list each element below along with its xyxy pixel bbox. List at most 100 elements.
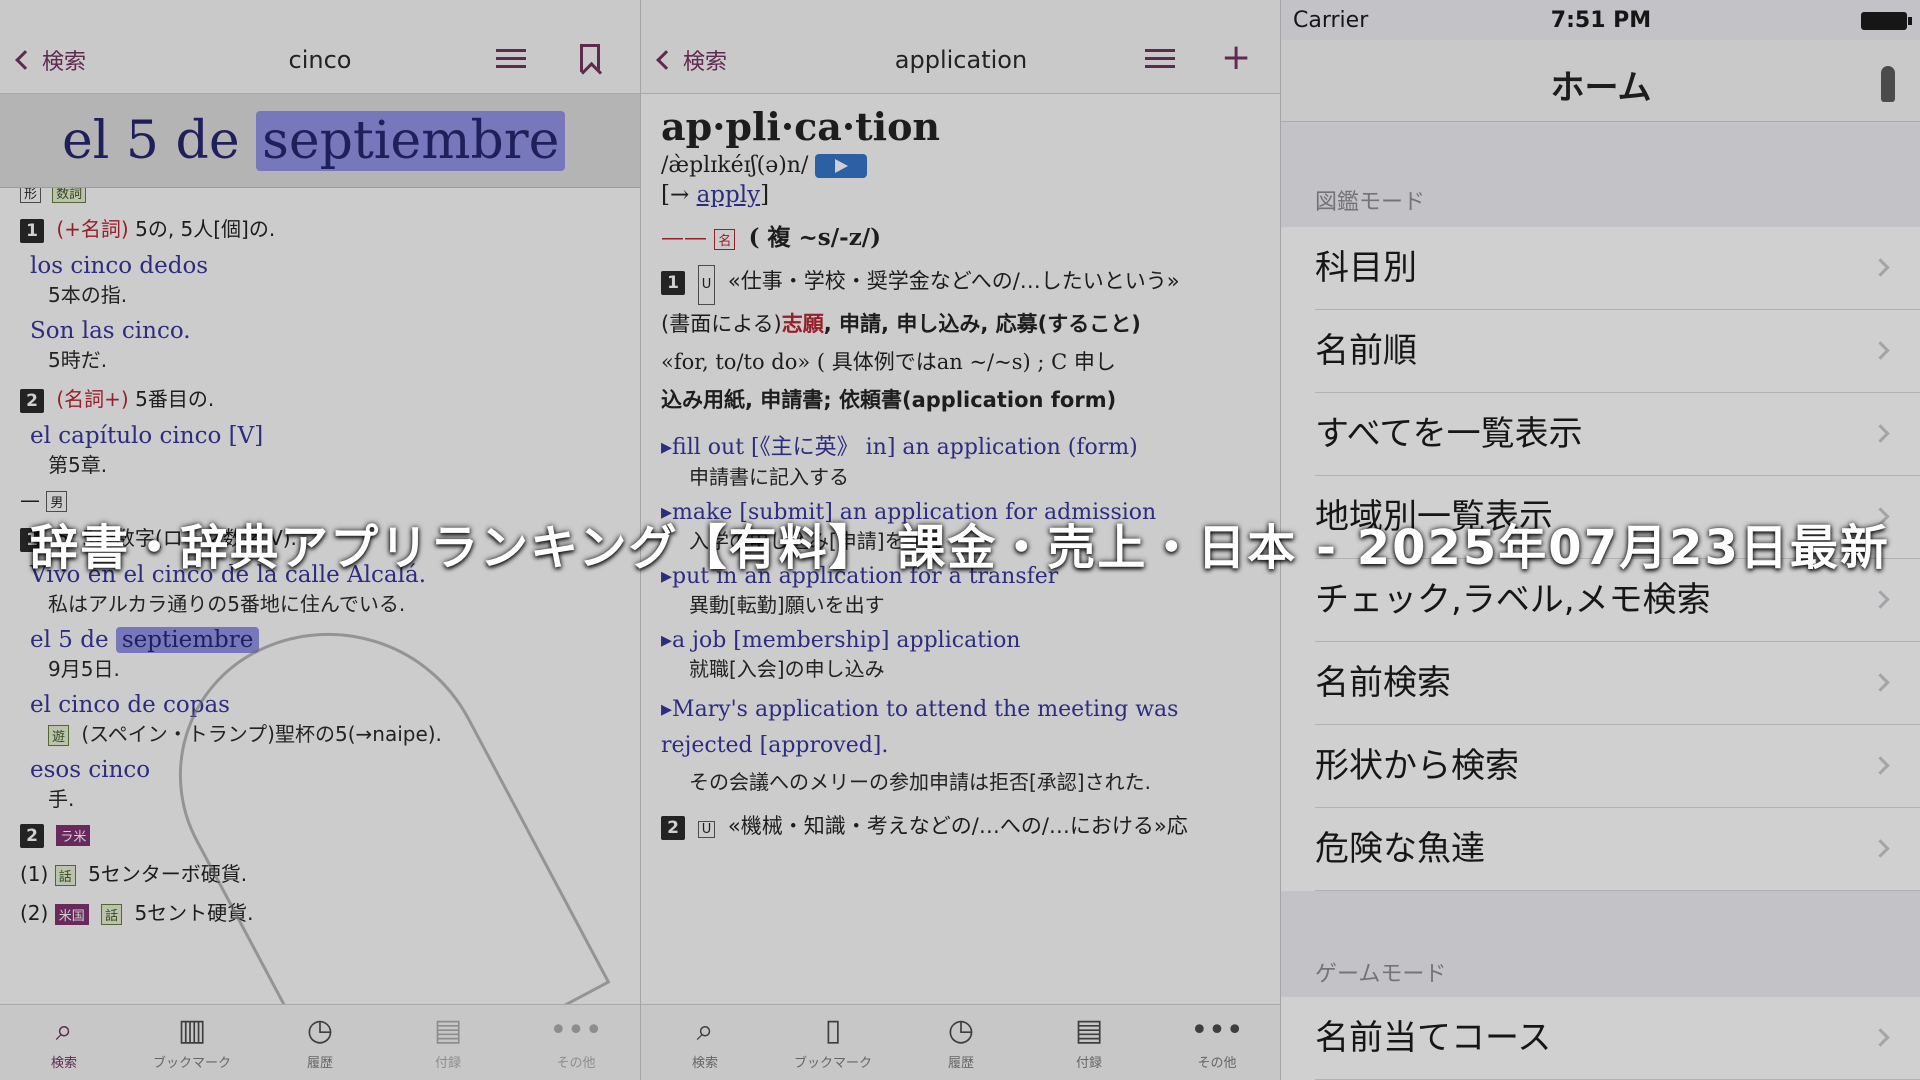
section-header: ゲームモード bbox=[1315, 962, 1447, 987]
add-bookmark-button[interactable]: + bbox=[1221, 40, 1253, 76]
example-jp: 申請書に記入する bbox=[689, 465, 849, 489]
pronunciation: /æ̀plɪkéɪʃ(ə)n/ bbox=[661, 153, 809, 178]
page-title: cinco bbox=[288, 46, 352, 74]
tab-more[interactable]: ••• その他 bbox=[512, 1005, 640, 1080]
book-icon: ▥ bbox=[177, 1013, 207, 1048]
status-bar: Carrier 7:51 PM bbox=[1281, 0, 1920, 40]
register-tag: 話 bbox=[54, 865, 76, 886]
example-jp: 5本の指. bbox=[48, 283, 128, 307]
list-item[interactable]: 名前当てコース bbox=[1281, 997, 1920, 1080]
more-icon: ••• bbox=[549, 1013, 603, 1048]
clock-icon: ◷ bbox=[306, 1013, 334, 1048]
tab-search[interactable]: ⌕ 検索 bbox=[0, 1005, 128, 1080]
page-title: ホーム bbox=[1550, 68, 1652, 108]
clock-icon: ◷ bbox=[947, 1013, 975, 1048]
sub-sense-label: (2) bbox=[20, 901, 49, 925]
nav-bar: 検索 application + bbox=[641, 0, 1280, 94]
clock-label: 7:51 PM bbox=[1550, 8, 1652, 33]
sense-keyword: 志願 bbox=[781, 312, 824, 336]
tab-bookmarks[interactable]: ▥ ブックマーク bbox=[128, 1005, 256, 1080]
example-jp: 異動[転勤]願いを出す bbox=[689, 593, 885, 617]
region-tag: 米国 bbox=[54, 904, 89, 925]
sense-number: 2 bbox=[20, 389, 44, 413]
xref-label: [→ bbox=[661, 182, 697, 208]
page-title: application bbox=[894, 46, 1028, 74]
tab-bookmarks[interactable]: ▯ ブックマーク bbox=[769, 1005, 897, 1080]
chevron-right-icon bbox=[1871, 673, 1890, 692]
register-tag: 話 bbox=[101, 904, 123, 925]
list-item[interactable]: 名前検索 bbox=[1281, 642, 1920, 725]
chevron-right-icon bbox=[1871, 1028, 1890, 1047]
menu-icon[interactable] bbox=[496, 44, 528, 74]
xref-end: ] bbox=[760, 182, 770, 208]
tab-appendix[interactable]: ▤ 付録 bbox=[1025, 1005, 1153, 1080]
list-item[interactable]: 形状から検索 bbox=[1281, 725, 1920, 808]
sense-head: (+名詞) bbox=[56, 217, 129, 241]
sense-text: , 申請, 申し込み, 応募(すること) bbox=[823, 312, 1141, 336]
sense-text: 込み用紙, 申請書; 依頼書(application form) bbox=[661, 388, 1117, 412]
example-jp: 就職[入会]の申し込み bbox=[689, 657, 885, 681]
example-jp: その会議へのメリーの参加申請は拒否[承認]された. bbox=[689, 770, 1151, 794]
list-item[interactable]: すべてを一覧表示 bbox=[1281, 393, 1920, 476]
chevron-right-icon bbox=[1871, 258, 1890, 277]
section-header: 図鑑モード bbox=[1315, 190, 1426, 215]
magnifier-text: el 5 de bbox=[62, 111, 257, 171]
wrench-icon[interactable] bbox=[1881, 66, 1895, 102]
sub-sense-label: (1) bbox=[20, 862, 49, 886]
search-icon: ⌕ bbox=[696, 1013, 714, 1048]
sense-text: «機械・知識・考えなどの/…への/…における»応 bbox=[727, 814, 1188, 838]
plural-form: ( 複 ~s/-z/) bbox=[748, 224, 882, 251]
magnifier-highlight: septiembre bbox=[256, 111, 566, 171]
xref-link[interactable]: apply bbox=[697, 182, 761, 208]
example-jp: 第5章. bbox=[48, 453, 108, 477]
domain-tag: 遊 bbox=[48, 725, 70, 746]
tab-search[interactable]: ⌕ 検索 bbox=[641, 1005, 769, 1080]
menu-icon[interactable] bbox=[1145, 44, 1177, 74]
chevron-right-icon bbox=[1871, 590, 1890, 609]
play-audio-button[interactable] bbox=[815, 154, 868, 178]
chevron-right-icon bbox=[1871, 839, 1890, 858]
tab-history[interactable]: ◷ 履歴 bbox=[897, 1005, 1025, 1080]
list-item[interactable]: 名前順 bbox=[1281, 310, 1920, 393]
tab-bar: ⌕ 検索 ▯ ブックマーク ◷ 履歴 ▤ 付録 ••• その他 bbox=[641, 1004, 1280, 1080]
headword: ap·pli·ca·tion bbox=[661, 104, 941, 149]
selected-text[interactable]: septiembre bbox=[115, 627, 260, 653]
nav-bar: ホーム bbox=[1281, 40, 1920, 122]
region-tag: ラ米 bbox=[56, 825, 91, 846]
sense-text: «for, to/to do» ( 具体例ではan ~/~s) ; C 申し bbox=[661, 350, 1116, 374]
sense-number: 2 bbox=[20, 824, 44, 848]
bookmark-button[interactable] bbox=[580, 44, 612, 74]
tab-more[interactable]: ••• その他 bbox=[1153, 1005, 1280, 1080]
sense-text: 5番目の. bbox=[135, 387, 215, 411]
more-icon: ••• bbox=[1190, 1013, 1244, 1048]
example-en: el 5 de bbox=[30, 627, 116, 653]
example-jp: 私はアルカラ通りの5番地に住んでいる. bbox=[48, 592, 406, 616]
list-item[interactable]: 科目別 bbox=[1281, 227, 1920, 310]
bookmark-icon bbox=[580, 44, 600, 72]
nav-bar: 検索 cinco bbox=[0, 0, 640, 94]
sense-number: 1 bbox=[661, 271, 685, 295]
chevron-right-icon bbox=[1871, 756, 1890, 775]
list-item[interactable]: 危険な魚達 bbox=[1281, 808, 1920, 891]
example-en: los cinco dedos bbox=[30, 253, 209, 279]
battery-icon bbox=[1861, 12, 1912, 30]
example-en: ▸Mary's application to attend the meetin… bbox=[661, 697, 1179, 758]
example-en: ▸fill out [《主に英》 in] an application (for… bbox=[661, 435, 1138, 460]
sense-text: (書面による) bbox=[661, 312, 782, 336]
example-en: el capítulo cinco [V] bbox=[30, 423, 264, 449]
sense-number: 2 bbox=[661, 816, 685, 840]
plus-icon: + bbox=[1221, 37, 1252, 78]
tab-bar: ⌕ 検索 ▥ ブックマーク ◷ 履歴 ▤ 付録 ••• その他 bbox=[0, 1004, 640, 1080]
example-en: ▸a job [membership] application bbox=[661, 628, 1021, 653]
document-icon: ▤ bbox=[1074, 1013, 1104, 1048]
search-icon: ⌕ bbox=[55, 1013, 73, 1048]
tab-appendix[interactable]: ▤ 付録 bbox=[384, 1005, 512, 1080]
example-jp: 5時だ. bbox=[48, 348, 108, 372]
book-icon: ▯ bbox=[824, 1013, 842, 1048]
tab-history[interactable]: ◷ 履歴 bbox=[256, 1005, 384, 1080]
chevron-right-icon bbox=[1871, 424, 1890, 443]
sense-number: 1 bbox=[20, 219, 44, 243]
sense-head: (名詞+) bbox=[56, 387, 129, 411]
play-icon bbox=[835, 159, 849, 173]
countability-tag: U bbox=[697, 821, 716, 838]
